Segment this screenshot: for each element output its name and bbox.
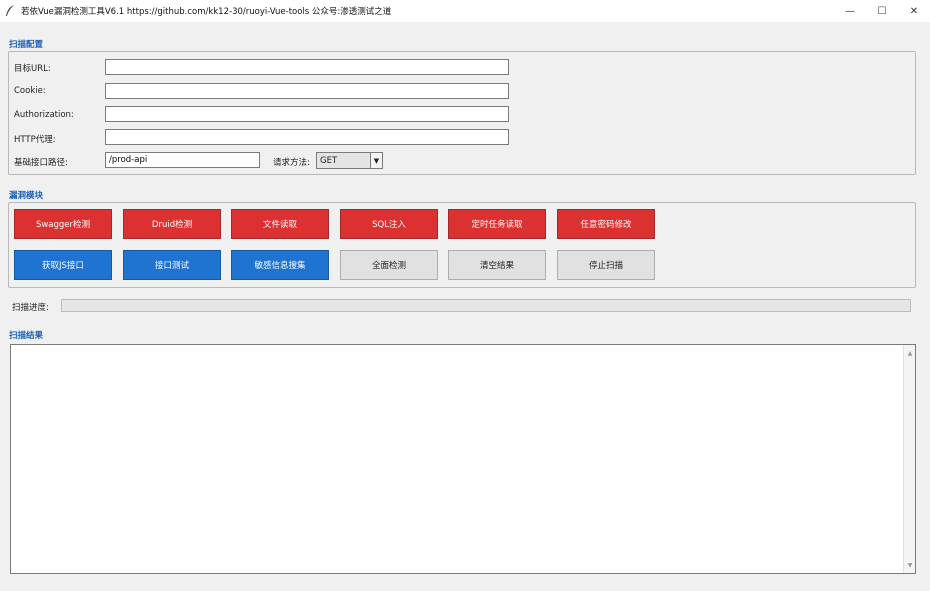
- progress-label: 扫描进度:: [12, 303, 49, 313]
- stop-scan-button[interactable]: 停止扫描: [557, 250, 655, 280]
- http-proxy-label: HTTP代理:: [14, 135, 56, 145]
- feather-icon: [5, 5, 17, 17]
- scan-progress-bar: [61, 299, 911, 312]
- clear-results-button[interactable]: 清空结果: [448, 250, 546, 280]
- title-bar: 若依Vue漏洞检测工具V6.1 https://github.com/kk12-…: [0, 0, 930, 22]
- window-title: 若依Vue漏洞检测工具V6.1 https://github.com/kk12-…: [21, 7, 392, 17]
- sql-injection-button[interactable]: SQL注入: [340, 209, 438, 239]
- maximize-button[interactable]: ☐: [866, 0, 898, 22]
- vuln-modules-title: 漏洞模块: [9, 191, 44, 201]
- api-test-button[interactable]: 接口测试: [123, 250, 221, 280]
- cookie-input[interactable]: [105, 83, 509, 99]
- base-path-input[interactable]: /prod-api: [105, 152, 260, 168]
- results-title: 扫描结果: [9, 331, 44, 341]
- sensitive-info-button[interactable]: 敏感信息搜集: [231, 250, 329, 280]
- minimize-button[interactable]: —: [834, 0, 866, 22]
- target-url-input[interactable]: [105, 59, 509, 75]
- druid-check-button[interactable]: Druid检测: [123, 209, 221, 239]
- target-url-label: 目标URL:: [14, 64, 51, 74]
- results-scrollbar[interactable]: ▲ ▼: [903, 345, 915, 573]
- method-label: 请求方法:: [273, 158, 310, 168]
- authorization-label: Authorization:: [14, 110, 74, 120]
- scan-config-title: 扫描配置: [9, 40, 44, 50]
- scheduled-task-read-button[interactable]: 定时任务读取: [448, 209, 546, 239]
- file-read-button[interactable]: 文件读取: [231, 209, 329, 239]
- base-path-label: 基础接口路径:: [14, 158, 68, 168]
- close-button[interactable]: ✕: [898, 0, 930, 22]
- scroll-down-icon[interactable]: ▼: [904, 559, 916, 571]
- method-select[interactable]: GET ▼: [316, 152, 383, 169]
- full-scan-button[interactable]: 全面检测: [340, 250, 438, 280]
- password-change-button[interactable]: 任意密码修改: [557, 209, 655, 239]
- method-select-value: GET: [320, 155, 338, 166]
- cookie-label: Cookie:: [14, 86, 46, 96]
- scroll-up-icon[interactable]: ▲: [904, 347, 916, 359]
- authorization-input[interactable]: [105, 106, 509, 122]
- swagger-check-button[interactable]: Swagger检测: [14, 209, 112, 239]
- results-textarea[interactable]: ▲ ▼: [10, 344, 916, 574]
- http-proxy-input[interactable]: [105, 129, 509, 145]
- chevron-down-icon[interactable]: ▼: [370, 153, 382, 168]
- get-js-api-button[interactable]: 获取JS接口: [14, 250, 112, 280]
